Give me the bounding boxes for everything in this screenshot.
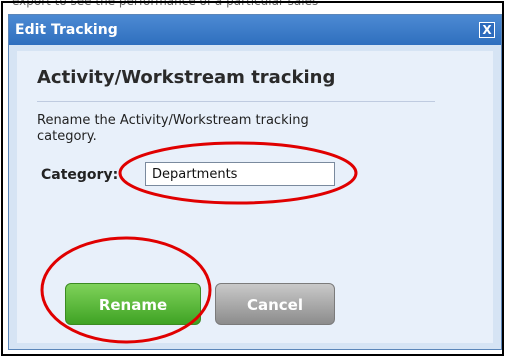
rename-annotation-circle [40, 236, 212, 344]
category-annotation-circle [118, 141, 358, 205]
annotation-overlay [40, 141, 358, 344]
